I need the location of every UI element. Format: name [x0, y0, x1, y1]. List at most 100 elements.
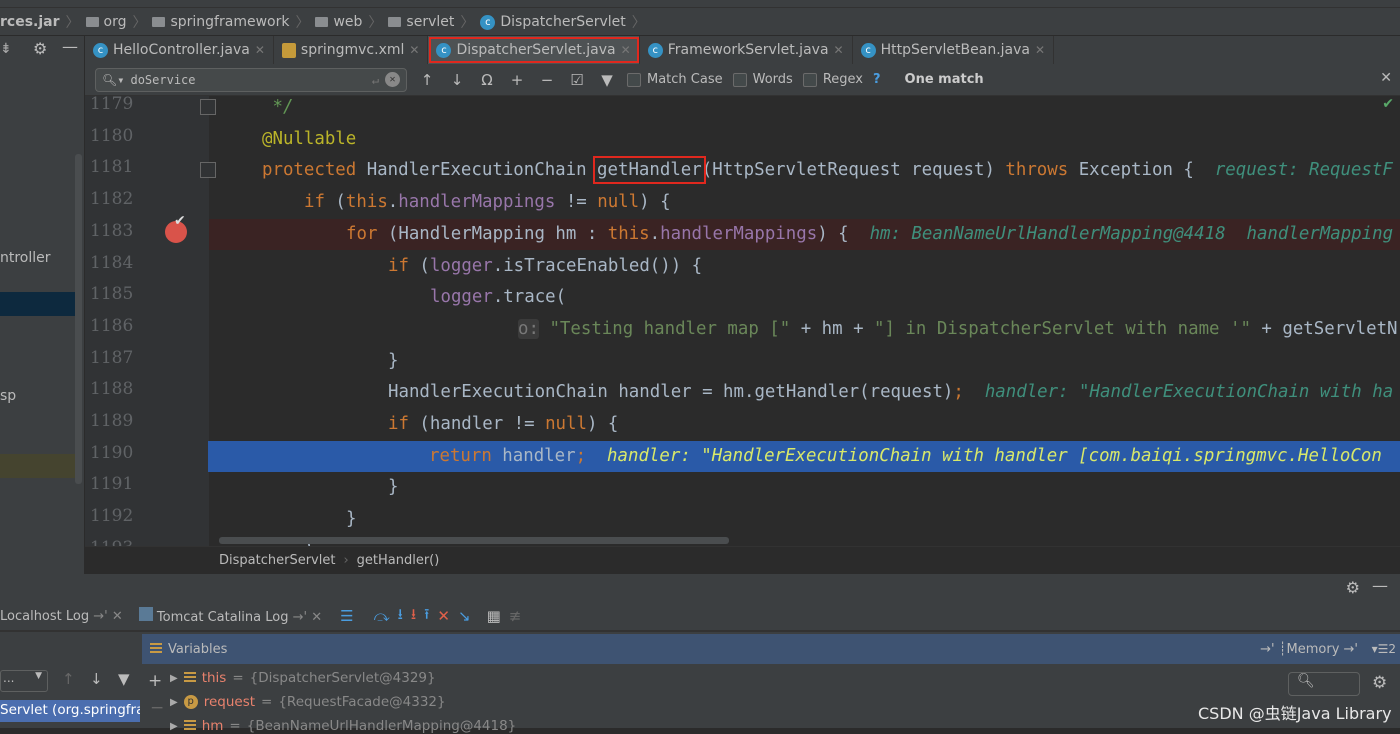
checkbox-icon[interactable]: [627, 72, 641, 87]
regex-checkbox[interactable]: Regex: [802, 72, 863, 87]
gear-icon[interactable]: ⚙: [1346, 578, 1360, 597]
code-line[interactable]: HandlerExecutionChain handler = hm.getHa…: [209, 377, 1400, 408]
code-line[interactable]: */: [209, 96, 1400, 123]
horizontal-scrollbar[interactable]: [219, 537, 729, 544]
thread-select[interactable]: ... ▼: [0, 670, 48, 692]
code-line[interactable]: logger.trace(: [209, 282, 1400, 313]
close-icon[interactable]: ✕: [409, 43, 419, 57]
breadcrumb-item[interactable]: org: [85, 14, 126, 30]
step-over-icon[interactable]: ⤼: [374, 607, 390, 625]
line-number[interactable]: 1189: [90, 411, 133, 431]
line-number[interactable]: 1182: [90, 189, 133, 209]
expand-icon[interactable]: ▶: [170, 721, 178, 732]
up-icon[interactable]: ↑: [62, 670, 75, 688]
line-number[interactable]: 1192: [90, 506, 133, 526]
clear-icon[interactable]: ✕: [385, 72, 400, 87]
code-line[interactable]: }: [209, 346, 1400, 377]
tab-frameworkservlet-java[interactable]: c FrameworkServlet.java ✕: [640, 36, 853, 64]
close-icon[interactable]: ✕: [621, 43, 631, 57]
code-line[interactable]: if (this.handlerMappings != null) {: [209, 187, 1400, 218]
close-icon[interactable]: →' ✕: [293, 610, 323, 625]
breadcrumb-item[interactable]: servlet: [388, 14, 454, 30]
variable-row[interactable]: ▶ p request = {RequestFacade@4332}: [170, 694, 446, 710]
find-all-icon[interactable]: Ω: [477, 71, 497, 89]
breadcrumb-method[interactable]: getHandler(): [357, 553, 440, 568]
line-number[interactable]: 1180: [90, 126, 133, 146]
add-watch-icon[interactable]: +: [148, 671, 162, 691]
close-icon[interactable]: →' ✕: [93, 609, 123, 624]
tree-item-selected[interactable]: [0, 292, 78, 316]
code-line[interactable]: o: "Testing handler map [" + hm + "] in …: [209, 314, 1400, 345]
tree-item[interactable]: sp: [0, 388, 16, 404]
tab-springmvc-xml[interactable]: springmvc.xml ✕: [274, 36, 429, 64]
memory-tab[interactable]: →' ┊Memory →': [1260, 642, 1358, 657]
code-line[interactable]: if (logger.isTraceEnabled()) {: [209, 251, 1400, 282]
tab-httpservletbean-java[interactable]: c HttpServletBean.java ✕: [853, 36, 1055, 64]
collapse-icon[interactable]: ⇟: [0, 41, 12, 57]
breadcrumb-item[interactable]: c DispatcherServlet: [480, 14, 626, 30]
code-line[interactable]: }: [209, 504, 1400, 535]
line-number[interactable]: 1184: [90, 253, 133, 273]
filter-icon[interactable]: ▼: [597, 71, 617, 89]
line-number[interactable]: 1190: [90, 443, 133, 463]
breakpoint-icon[interactable]: [165, 213, 187, 243]
words-checkbox[interactable]: Words: [732, 72, 793, 87]
variable-row[interactable]: ▶ hm = {BeanNameUrlHandlerMapping@4418}: [170, 718, 516, 734]
search-input[interactable]: 🔍︎▾ doService ↵ ✕: [95, 67, 407, 92]
breadcrumb-item[interactable]: rces.jar: [0, 14, 60, 30]
scrollbar[interactable]: [75, 154, 82, 484]
line-number[interactable]: 1193: [90, 538, 133, 546]
search-query[interactable]: doService: [130, 73, 365, 87]
close-icon[interactable]: ✕: [255, 43, 265, 57]
tree-item-highlighted[interactable]: [0, 454, 78, 478]
step-into-icon[interactable]: ⭳: [398, 604, 403, 629]
checkbox-icon[interactable]: [732, 72, 747, 87]
expand-icon[interactable]: ▶: [170, 673, 178, 684]
line-number[interactable]: 1185: [90, 284, 133, 304]
add-selection-icon[interactable]: +: [507, 71, 527, 89]
line-number[interactable]: 1187: [90, 348, 133, 368]
tab-localhost-log[interactable]: Localhost Log →' ✕: [0, 609, 123, 624]
evaluate-expression-icon[interactable]: ▦: [487, 607, 501, 625]
tab-hellocontroller-java[interactable]: c HelloController.java ✕: [85, 36, 274, 64]
expand-icon[interactable]: ▶: [170, 697, 178, 708]
memory-search-input[interactable]: 🔍︎: [1288, 672, 1360, 696]
remove-watch-icon[interactable]: −: [150, 698, 164, 718]
breadcrumb-item[interactable]: springframework: [152, 14, 289, 30]
regex-help-link[interactable]: ?: [873, 72, 881, 87]
frame-item-selected[interactable]: Servlet (org.springfran: [0, 700, 140, 722]
code-line[interactable]: }: [209, 472, 1400, 503]
line-number[interactable]: 1186: [90, 316, 133, 336]
restore-layout-icon[interactable]: ▾☰2: [1372, 642, 1396, 656]
close-icon[interactable]: ✕: [1035, 43, 1045, 57]
variable-row[interactable]: ▶ this = {DispatcherServlet@4329}: [170, 670, 436, 686]
current-execution-line[interactable]: return handler; handler: "HandlerExecuti…: [208, 440, 1400, 472]
previous-occurrence-icon[interactable]: ↑: [417, 71, 437, 89]
checkbox-icon[interactable]: [802, 72, 817, 87]
gutter[interactable]: 1179 1180 1181 1182 1183 1184 1185 1186 1187 1188…: [85, 96, 209, 546]
step-out-icon[interactable]: ⭱: [424, 604, 429, 629]
code-line[interactable]: if (handler != null) {: [209, 409, 1400, 440]
fold-icon[interactable]: [200, 99, 216, 115]
tab-dispatcherservlet-java[interactable]: c DispatcherServlet.java ✕: [428, 36, 640, 64]
minimize-icon[interactable]: —: [62, 37, 78, 56]
down-icon[interactable]: ↓: [90, 670, 103, 688]
show-execution-point-icon[interactable]: ☰: [340, 607, 353, 625]
run-to-cursor-icon[interactable]: ↘: [458, 607, 471, 625]
filter-icon[interactable]: ▼: [118, 670, 130, 688]
remove-selection-icon[interactable]: −: [537, 71, 557, 89]
close-icon[interactable]: ✕: [834, 43, 844, 57]
minimize-icon[interactable]: —: [1372, 576, 1388, 595]
code-editor[interactable]: 1179 1180 1181 1182 1183 1184 1185 1186 1187 1188…: [85, 96, 1400, 546]
close-find-icon[interactable]: ✕: [1380, 70, 1392, 86]
tree-item[interactable]: ntroller: [0, 250, 51, 266]
drop-frame-icon[interactable]: ✕: [437, 607, 450, 625]
match-case-checkbox[interactable]: Match Case: [627, 72, 723, 87]
select-all-icon[interactable]: ☑: [567, 71, 587, 89]
breadcrumb-item[interactable]: web: [315, 14, 362, 30]
breakpoint-line[interactable]: for (HandlerMapping hm : this.handlerMap…: [209, 218, 1400, 250]
line-number[interactable]: 1181: [90, 157, 133, 177]
next-occurrence-icon[interactable]: ↓: [447, 71, 467, 89]
tab-tomcat-catalina-log[interactable]: Tomcat Catalina Log →' ✕: [138, 607, 323, 625]
line-number[interactable]: 1183: [90, 221, 133, 241]
